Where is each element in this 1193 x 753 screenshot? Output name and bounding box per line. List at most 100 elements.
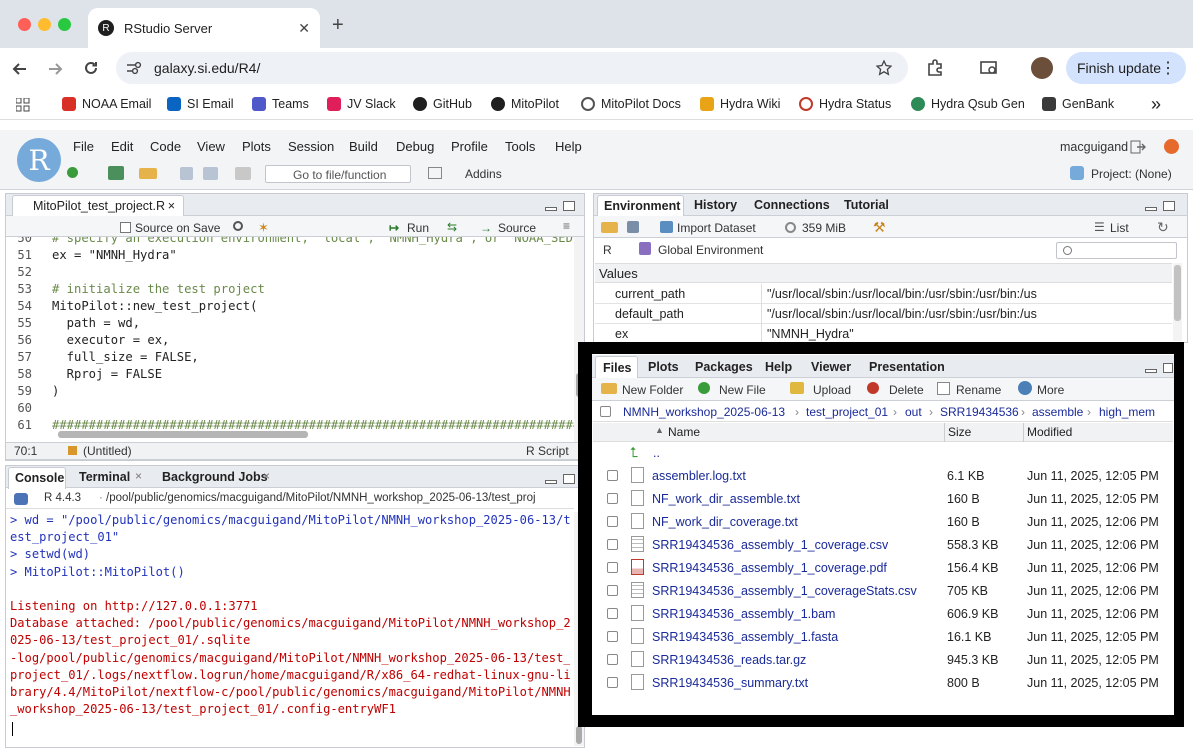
minimize-pane-icon[interactable] [545,207,557,211]
file-checkbox[interactable] [607,470,618,481]
tab-files[interactable]: Files [595,356,638,379]
menu-build[interactable]: Build [349,139,378,154]
tab-close-icon[interactable]: ✕ [298,20,310,37]
bookmark-jv-slack[interactable]: JV Slack [327,97,396,111]
address-bar[interactable]: galaxy.si.edu/R4/ [116,52,908,84]
tab-plots[interactable]: Plots [648,360,679,374]
tab-packages[interactable]: Packages [695,360,753,374]
file-row[interactable]: SRR19434536_assembly_1_coverage.pdf 156.4… [595,556,1175,579]
reload-icon[interactable] [82,59,100,77]
tab-connections[interactable]: Connections [754,198,830,212]
tab-help[interactable]: Help [765,360,792,374]
breadcrumb-item[interactable]: NMNH_workshop_2025-06-13 [623,405,785,419]
tab-console[interactable]: Console [8,467,66,489]
file-name-link[interactable]: SRR19434536_summary.txt [652,676,808,690]
bookmark-mitopilot[interactable]: MitoPilot [491,97,559,111]
workspace-panes-icon[interactable] [428,167,442,179]
bookmark-hydra-wiki[interactable]: Hydra Wiki [700,97,780,111]
project-menu[interactable]: Project: (None) [1091,167,1172,181]
list-view-selector[interactable]: List [1110,221,1129,235]
breadcrumb-item[interactable]: high_mem [1099,405,1155,419]
file-name-link[interactable]: SRR19434536_assembly_1_coverage.pdf [652,561,887,575]
maximize-pane-icon[interactable] [563,474,575,484]
menu-edit[interactable]: Edit [111,139,133,154]
file-checkbox[interactable] [607,493,618,504]
environment-row[interactable]: default_path "/usr/local/sbin:/usr/local/… [595,304,1172,324]
environment-scrollbar[interactable] [1173,263,1182,341]
close-window-button[interactable] [18,18,31,31]
file-row[interactable]: SRR19434536_reads.tar.gz 945.3 KB Jun 11, … [595,648,1175,671]
tab-environment[interactable]: Environment [597,195,684,217]
terminal-close-icon[interactable]: × [135,469,142,483]
environment-row[interactable]: ex "NMNH_Hydra" [595,324,1172,344]
column-size[interactable]: Size [948,425,971,439]
environment-row[interactable]: current_path "/usr/local/sbin:/usr/local/… [595,284,1172,304]
menu-profile[interactable]: Profile [451,139,488,154]
new-tab-button[interactable]: + [332,14,344,37]
menu-session[interactable]: Session [288,139,334,154]
file-name-link[interactable]: NF_work_dir_coverage.txt [652,515,798,529]
file-checkbox[interactable] [607,562,618,573]
new-file-button[interactable]: New File [719,383,766,397]
file-checkbox[interactable] [607,654,618,665]
file-row[interactable]: NF_work_dir_coverage.txt 160 B Jun 11, 202… [595,510,1175,533]
menu-plots[interactable]: Plots [242,139,271,154]
file-checkbox[interactable] [607,516,618,527]
kebab-menu-icon[interactable]: ⋮ [1160,58,1176,78]
bookmark-genbank[interactable]: GenBank [1042,97,1114,111]
import-dataset-button[interactable]: Import Dataset [677,221,756,235]
file-checkbox[interactable] [607,608,618,619]
menu-tools[interactable]: Tools [505,139,535,154]
file-row[interactable]: assembler.log.txt 6.1 KB Jun 11, 2025, 12:… [595,464,1175,487]
file-row[interactable]: SRR19434536_assembly_1.bam 606.9 KB Jun 11… [595,602,1175,625]
file-row[interactable]: SRR19434536_assembly_1_coverage.csv 558.3… [595,533,1175,556]
code-editor[interactable]: 50 # specify an execution environment, 'l… [6,237,574,442]
file-checkbox[interactable] [607,631,618,642]
menu-help[interactable]: Help [555,139,582,154]
new-folder-button[interactable]: New Folder [622,383,683,397]
language-selector[interactable]: R [603,243,612,257]
back-arrow-icon[interactable] [11,60,29,78]
go-to-file-input[interactable]: Go to file/function [265,165,411,183]
environment-search-input[interactable] [1056,242,1177,259]
environment-selector[interactable]: Global Environment [658,243,763,257]
console-output[interactable]: > wd = "/pool/public/genomics/macguigand… [10,512,570,742]
sign-out-icon[interactable] [1130,140,1146,154]
apps-grid-icon[interactable] [16,98,30,112]
file-row[interactable]: NF_work_dir_assemble.txt 160 B Jun 11, 202… [595,487,1175,510]
file-name-link[interactable]: SRR19434536_reads.tar.gz [652,653,806,667]
zoom-window-button[interactable] [58,18,71,31]
bookmark-hydra-status[interactable]: Hydra Status [799,97,891,111]
editor-horizontal-scrollbar[interactable] [58,431,308,438]
save-workspace-icon[interactable] [627,221,639,233]
column-modified[interactable]: Modified [1027,425,1072,439]
menu-view[interactable]: View [197,139,225,154]
jobs-close-icon[interactable]: × [263,469,270,483]
print-icon[interactable] [235,167,251,180]
rename-button[interactable]: Rename [956,383,1001,397]
file-row[interactable]: SRR19434536_assembly_1_coverageStats.csv… [595,579,1175,602]
maximize-pane-icon[interactable] [1163,201,1175,211]
source-button[interactable]: Source [498,221,536,235]
file-name-link[interactable]: assembler.log.txt [652,469,746,483]
file-checkbox[interactable] [607,539,618,550]
minimize-window-button[interactable] [38,18,51,31]
file-name-link[interactable]: SRR19434536_assembly_1_coverage.csv [652,538,888,552]
tab-terminal[interactable]: Terminal [79,470,130,484]
new-file-icon[interactable] [67,167,78,178]
menu-code[interactable]: Code [150,139,181,154]
source-on-save-checkbox[interactable] [120,222,131,233]
breadcrumb-item[interactable]: out [905,405,922,419]
addins-menu[interactable]: Addins [465,167,502,181]
open-file-icon[interactable] [139,168,157,179]
bookmark-noaa-email[interactable]: NOAA Email [62,97,151,111]
minimize-pane-icon[interactable] [1145,369,1157,373]
select-all-checkbox[interactable] [600,406,611,417]
maximize-pane-icon[interactable] [563,201,575,211]
refresh-icon[interactable]: ↻ [1157,219,1169,236]
file-row[interactable]: SRR19434536_summary.txt 800 B Jun 11, 2025… [595,671,1175,694]
minimize-pane-icon[interactable] [1145,207,1157,211]
browser-tab[interactable]: R RStudio Server ✕ [88,8,320,48]
search-icon[interactable] [233,221,243,231]
parent-folder-link[interactable]: .. [653,446,660,460]
